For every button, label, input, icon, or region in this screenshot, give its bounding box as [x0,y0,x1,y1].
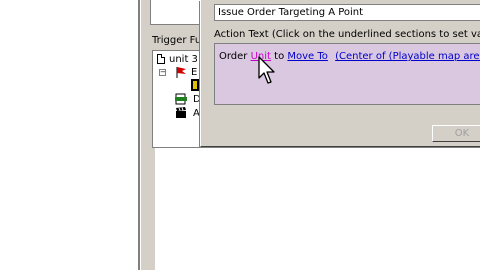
collapse-icon[interactable]: − [159,69,166,76]
trigger-list-panel[interactable] [150,0,202,25]
tree-item-label: D [193,94,200,105]
ok-button[interactable]: OK [432,125,480,142]
window-border [138,0,141,270]
canvas-background [155,148,480,270]
green-condition-icon [175,93,187,105]
document-icon [157,54,165,64]
clapperboard-icon [176,107,186,118]
action-text-prefix: Order [219,51,248,62]
action-dialog: Issue Order Targeting A Point Action Tex… [200,0,480,147]
red-flag-icon [176,67,186,78]
action-text-label: Action Text (Click on the underlined sec… [214,29,480,40]
yellow-square-icon [191,79,199,91]
tree-item-label: unit 3 [169,54,198,65]
tree-item-label: E [191,67,198,78]
tree-item-label: A [193,108,200,119]
trigger-tree[interactable]: unit 3 − E D A [152,50,200,148]
mouse-pointer-icon [258,56,275,84]
order-link[interactable]: Move To [287,51,328,62]
target-point-link[interactable]: (Center of (Playable map area)) [335,51,480,62]
action-type-select[interactable]: Issue Order Targeting A Point [214,4,480,21]
action-text-box: Order Unit to Move To (Center of (Playab… [214,43,480,105]
